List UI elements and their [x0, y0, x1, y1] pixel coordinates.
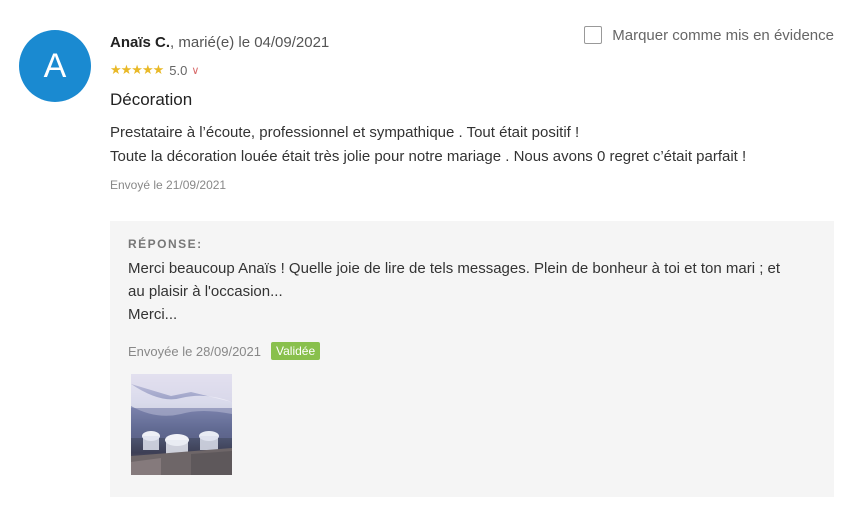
avatar-letter: A [43, 46, 67, 85]
venue-photo-image [131, 374, 232, 475]
review-title: Décoration [110, 90, 193, 109]
response-sent-date: Envoyée le 28/09/2021 [128, 343, 261, 359]
author-name[interactable]: Anaïs C. [110, 34, 170, 51]
review-text-line: Prestataire à l’écoute, professionnel et… [110, 124, 580, 141]
response-text-line: Merci... [128, 306, 178, 323]
feature-checkbox[interactable] [584, 26, 603, 44]
wedding-date: , marié(e) le 04/09/2021 [170, 34, 330, 51]
feature-label[interactable]: Marquer comme mis en évidence [612, 27, 834, 44]
venue-photo[interactable] [131, 374, 232, 475]
response-text-line: au plaisir à l'occasion... [128, 283, 283, 300]
rating-value: 5.0 [169, 62, 188, 78]
response-box: RÉPONSE: Merci beaucoup Anaïs ! Quelle j… [110, 221, 834, 497]
response-text-line: Merci beaucoup Anaïs ! Quelle joie de li… [128, 260, 781, 277]
status-badge: Validée [271, 342, 321, 360]
chevron-down-icon[interactable]: ∨ [191, 64, 199, 77]
review-header: Anaïs C., marié(e) le 04/09/2021 [110, 34, 329, 51]
review-text: Prestataire à l’écoute, professionnel et… [110, 121, 746, 169]
review-text-line: Toute la décoration louée était très jol… [110, 148, 747, 165]
response-meta: Envoyée le 28/09/2021 Validée [128, 342, 321, 360]
feature-toggle[interactable]: Marquer comme mis en évidence [584, 26, 834, 44]
avatar: A [19, 30, 91, 102]
response-text: Merci beaucoup Anaïs ! Quelle joie de li… [128, 257, 818, 326]
review-sent-date: Envoyé le 21/09/2021 [110, 178, 227, 192]
rating[interactable]: ★★★★★ 5.0 ∨ [110, 62, 199, 78]
response-label: RÉPONSE: [128, 237, 203, 251]
star-rating-icon: ★★★★★ [110, 62, 164, 77]
